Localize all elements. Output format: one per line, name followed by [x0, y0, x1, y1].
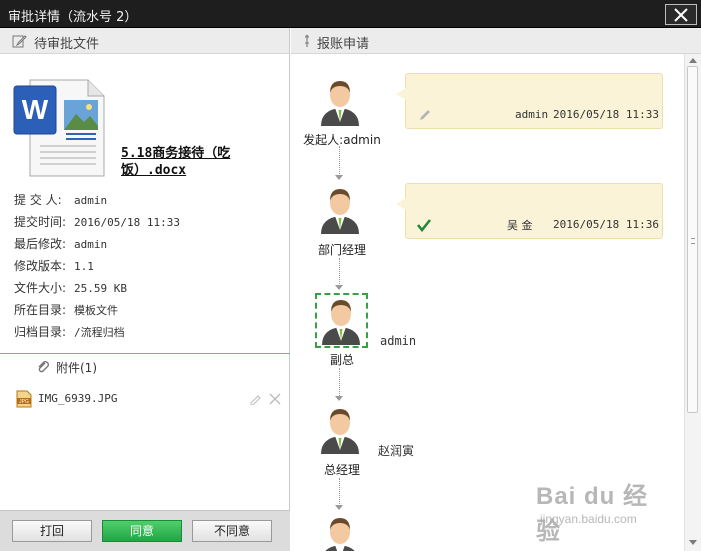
- pencil-icon: [420, 110, 430, 120]
- jpg-file-icon: JPG: [16, 390, 32, 408]
- info-value: 1.1: [74, 260, 94, 273]
- info-value: admin: [74, 238, 108, 251]
- info-value: admin: [74, 194, 108, 207]
- flow-connector: [339, 368, 340, 398]
- flow-scrollbar[interactable]: [684, 54, 701, 551]
- scroll-thumb[interactable]: [687, 66, 698, 413]
- info-value: 2016/05/18 11:33: [74, 216, 180, 229]
- reject-button[interactable]: 打回: [12, 520, 92, 542]
- comment-time: 2016/05/18 11:33: [553, 108, 659, 121]
- flow-arrow: [335, 505, 343, 510]
- flow-connector: [339, 258, 340, 286]
- person-avatar-icon: [321, 189, 359, 234]
- assignee-name: 赵润寅: [378, 444, 415, 458]
- person-avatar-icon: [321, 81, 359, 126]
- title-bar: 审批详情（流水号 2）: [0, 0, 701, 28]
- info-row-version: 修改版本: 1.1: [14, 257, 284, 279]
- person-avatar-icon: [325, 518, 355, 551]
- pin-icon: [305, 34, 309, 47]
- attachment-item[interactable]: JPG IMG_6939.JPG: [16, 390, 284, 408]
- role-department-manager: 部门经理: [317, 243, 366, 257]
- info-row-archive-directory: 归档目录: /流程归档: [14, 323, 284, 345]
- edit-icon: [12, 35, 27, 48]
- attachment-name: IMG_6939.JPG: [38, 392, 118, 405]
- role-initiator: 发起人:admin: [303, 133, 381, 147]
- section-divider: [0, 353, 290, 354]
- disagree-button[interactable]: 不同意: [192, 520, 272, 542]
- comment-user: 吴 金: [507, 219, 533, 232]
- document-name-link[interactable]: 5.18商务接待（吃饭）.docx: [121, 145, 281, 179]
- scroll-grip-icon: [691, 238, 695, 244]
- comment-bubble: admin 2016/05/18 11:33: [396, 73, 663, 129]
- person-avatar-icon: [322, 300, 360, 345]
- assignee-name: admin: [380, 334, 417, 348]
- flow-node-role: 部门经理: [300, 241, 384, 258]
- person-avatar-icon: [321, 409, 359, 454]
- info-label: 提 交 人:: [14, 193, 62, 207]
- svg-text:W: W: [22, 94, 49, 125]
- info-label: 归档目录:: [14, 325, 67, 339]
- edit-attachment-icon[interactable]: [249, 393, 263, 405]
- action-bar: 打回 同意 不同意: [0, 510, 290, 551]
- baidu-watermark: Bai du 经验 jingyan.baidu.com: [536, 474, 666, 545]
- info-label: 文件大小:: [14, 281, 67, 295]
- flow-panel-title: 报账申请: [317, 37, 370, 52]
- watermark-sub: jingyan.baidu.com: [540, 512, 637, 526]
- flow-panel-header: 报账申请: [291, 28, 701, 54]
- word-document-icon[interactable]: W: [12, 76, 108, 180]
- info-label: 所在目录:: [14, 303, 67, 317]
- file-panel: 待审批文件 W 5.18商务接待（吃饭）.docx 提 交 人: admin 提交…: [0, 28, 290, 551]
- info-row-submitter: 提 交 人: admin: [14, 191, 284, 213]
- info-row-last-modified: 最后修改: admin: [14, 235, 284, 257]
- scroll-up-arrow-icon[interactable]: [689, 58, 697, 63]
- flow-node-role: 总经理: [300, 461, 384, 478]
- flow-arrow: [335, 285, 343, 290]
- info-label: 提交时间:: [14, 215, 67, 229]
- info-value: 25.59 KB: [74, 282, 127, 295]
- scroll-down-arrow-icon[interactable]: [689, 540, 697, 545]
- file-panel-header: 待审批文件: [0, 28, 289, 54]
- info-value: /流程归档: [74, 326, 125, 339]
- watermark-main: Bai du 经验: [536, 483, 649, 545]
- approve-button[interactable]: 同意: [102, 520, 182, 542]
- paperclip-icon: [38, 361, 49, 373]
- file-info: 提 交 人: admin 提交时间: 2016/05/18 11:33 最后修改: a…: [14, 191, 284, 345]
- info-label: 修改版本:: [14, 259, 67, 273]
- flow-node-role: 副总: [300, 351, 384, 368]
- attachments-title: 附件(1): [56, 361, 97, 375]
- comment-time: 2016/05/18 11:36: [553, 218, 659, 231]
- comment-user: admin: [515, 108, 549, 121]
- flow-arrow: [335, 175, 343, 180]
- info-row-directory: 所在目录: 模板文件: [14, 301, 284, 323]
- close-icon: [674, 7, 688, 22]
- info-value: 模板文件: [74, 304, 118, 317]
- comment-bubble: 吴 金 2016/05/18 11:36: [396, 183, 663, 239]
- info-row-file-size: 文件大小: 25.59 KB: [14, 279, 284, 301]
- role-general-manager: 总经理: [323, 463, 360, 477]
- close-button[interactable]: [665, 4, 697, 25]
- checkmark-icon: [416, 219, 432, 232]
- flow-node-role: 发起人:admin: [300, 131, 384, 148]
- bubble-tail: [396, 198, 406, 210]
- flow-connector: [339, 478, 340, 506]
- bubble-tail: [396, 88, 406, 100]
- flow-arrow: [335, 396, 343, 401]
- attachments-header: 附件(1): [38, 359, 97, 376]
- delete-attachment-icon[interactable]: [268, 393, 282, 405]
- file-panel-title: 待审批文件: [34, 37, 100, 52]
- jpg-badge-text: JPG: [19, 399, 29, 405]
- info-row-submit-time: 提交时间: 2016/05/18 11:33: [14, 213, 284, 235]
- role-vice-president: 副总: [329, 353, 354, 367]
- flow-connector: [339, 146, 340, 176]
- window-title: 审批详情（流水号 2）: [8, 10, 138, 25]
- info-label: 最后修改:: [14, 237, 67, 251]
